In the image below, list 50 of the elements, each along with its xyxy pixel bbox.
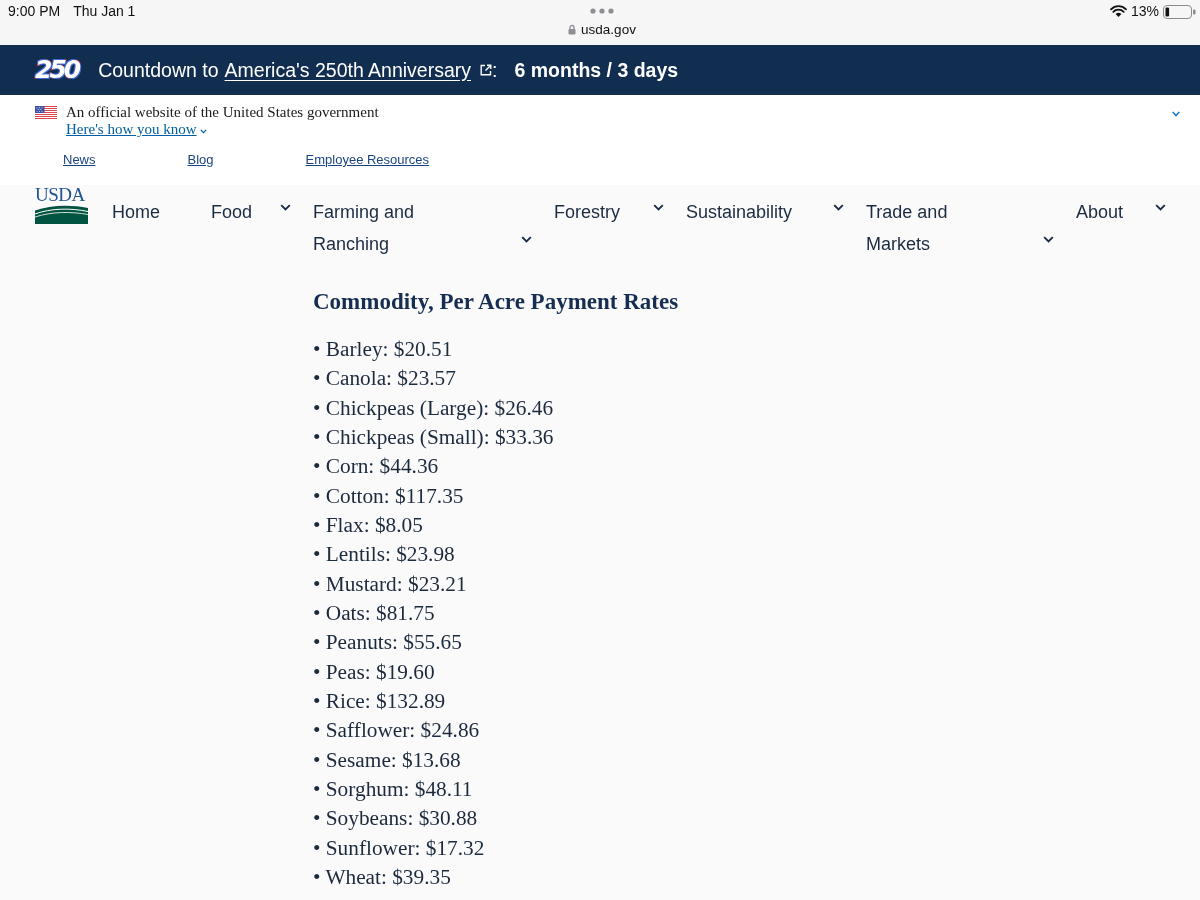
rate-list-item: • Peanuts: $55.65 [313,629,462,657]
rate-list-item: • Mustard: $23.21 [313,570,467,598]
rate-list-item: • Sesame: $13.68 [313,746,461,774]
rate-list-item: • Safflower: $24.86 [313,717,480,745]
address-text[interactable]: usda.gov [581,21,636,38]
rate-list-item: • Rice: $132.89 [313,687,446,715]
nav-menu-button[interactable]: Sustainability [686,196,848,228]
rate-list-item: • Soybeans: $30.88 [313,805,478,833]
rate-list-item: • Canola: $23.57 [313,365,456,393]
rate-list-item: • Sorghum: $48.11 [313,775,473,803]
rate-list-item: • Sunflower: $17.32 [313,834,485,862]
nav-menu-button[interactable]: Forestry [554,196,668,228]
anniversary-link[interactable]: America's 250th Anniversary [224,58,472,82]
expand-chevron-icon[interactable] [1172,111,1180,117]
clock-time: 9:00 PM [8,3,61,20]
how-you-know-link[interactable]: Here's how you know [66,121,207,138]
nav-link[interactable]: Home [112,196,193,228]
nav-menu-button[interactable]: Farming and Ranching [313,196,536,260]
nav-menu-button[interactable]: Food [211,196,295,228]
anniversary-logo: 250 [35,58,80,82]
banner-text: Countdown to [98,58,219,82]
utility-link[interactable]: Employee Resources [305,150,430,170]
banner-separator: : [492,58,498,82]
more-dots-icon[interactable] [590,8,614,14]
rate-list-item: • Barley: $20.51 [313,336,453,363]
rate-list-item: • Flax: $8.05 [313,511,423,539]
rate-list-item: • Cotton: $117.35 [313,482,464,510]
rate-list-item: • Peas: $19.60 [313,658,435,686]
rate-list-item: • Chickpeas (Large): $26.46 [313,394,554,422]
status-date: Thu Jan 1 [73,3,136,20]
field-wave-icon [35,205,88,224]
rate-list-item: • Lentils: $23.98 [313,541,455,569]
us-flag-icon [35,106,57,119]
battery-percent: 13% [1130,3,1159,20]
nav-menu-button[interactable]: Trade and Markets [866,196,1058,260]
battery-icon [1163,5,1196,19]
section-heading: Commodity, Per Acre Payment Rates [313,288,679,316]
rate-list-item: • Chickpeas (Small): $33.36 [313,424,554,451]
utility-link[interactable]: News [63,150,96,170]
rate-list-item: • Oats: $81.75 [313,599,435,627]
usda-logo-link[interactable]: USDA [35,186,88,224]
rate-list-item: • Wheat: $39.35 [313,863,451,891]
lock-icon [568,24,577,35]
official-site-text: An official website of the United States government [66,104,379,121]
wifi-icon [1109,5,1127,17]
rate-list-item: • Corn: $44.36 [313,453,439,481]
nav-menu-button[interactable]: About [1076,196,1170,228]
countdown-value: 6 months / 3 days [514,58,679,82]
external-link-icon [480,64,493,76]
utility-link[interactable]: Blog [187,150,214,170]
